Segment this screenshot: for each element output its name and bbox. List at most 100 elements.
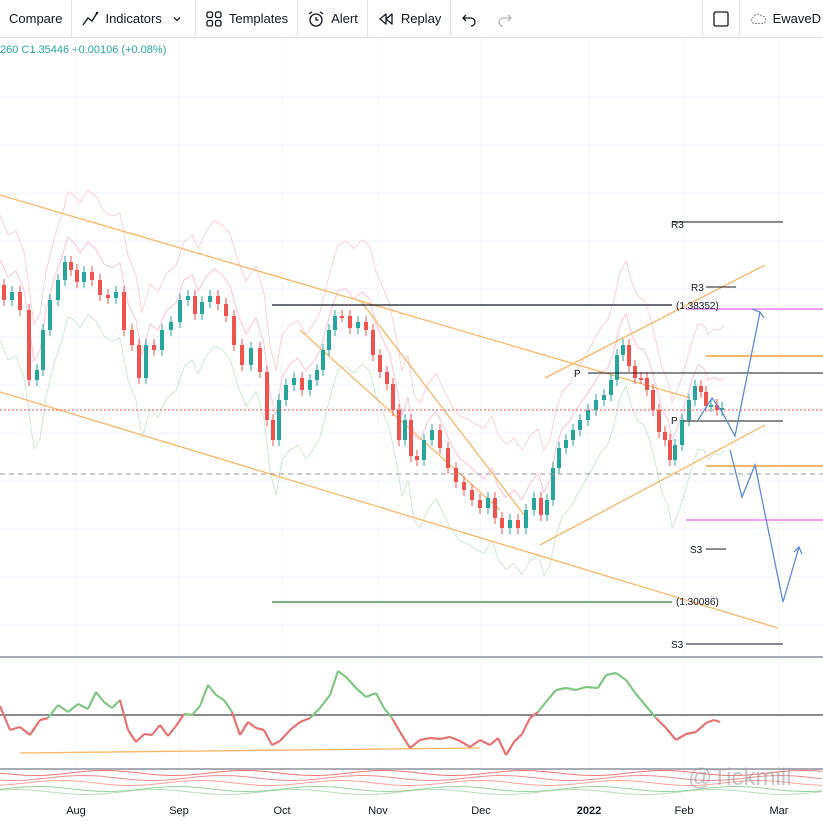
candle-body: [693, 386, 697, 400]
candle-body: [557, 448, 561, 468]
candle-body: [462, 482, 466, 490]
time-tick-mar: Mar: [769, 805, 789, 817]
templates-icon: [205, 10, 223, 28]
rsi-segment: [497, 737, 507, 756]
cloud-icon: [749, 10, 767, 28]
candle-body: [98, 280, 102, 295]
rsi-segment: [87, 691, 97, 710]
candle-body: [258, 348, 262, 372]
candle-body: [385, 372, 389, 384]
candle-body: [27, 310, 31, 380]
candle-body: [249, 348, 253, 365]
s3-upper-label: S3: [690, 545, 703, 556]
tickmill-watermark: @Tickmill: [688, 764, 791, 791]
fullscreen-button[interactable]: [703, 0, 739, 37]
rsi-segment: [565, 686, 577, 692]
s3-lower-label: S3: [671, 640, 684, 651]
candle-body: [10, 292, 14, 300]
level-low-label: (1.30086): [676, 597, 719, 608]
rsi-segment: [429, 736, 441, 741]
r3-lower-label: R3: [691, 283, 704, 294]
level-high-label: (1.38352): [676, 301, 719, 312]
candle-body: [493, 498, 497, 518]
rsi-segment: [183, 712, 193, 717]
candle-body: [130, 330, 134, 345]
time-tick-2022: 2022: [576, 805, 602, 817]
rsi-segment: [328, 670, 340, 696]
rsi-segment: [585, 685, 599, 690]
rsi-segment: [635, 693, 647, 707]
rsi-segment: [375, 692, 385, 709]
rsi-segment: [135, 733, 145, 743]
candle-body: [75, 270, 79, 282]
layout-account-button[interactable]: EwaveD: [740, 0, 823, 37]
rsi-segment: [489, 737, 499, 746]
rsi-segment: [605, 671, 617, 677]
candle-body: [169, 322, 173, 330]
rsi-segment: [409, 739, 421, 749]
rsi-segment: [459, 740, 471, 748]
bollinger-bands: [0, 189, 725, 578]
indicators-button[interactable]: Indicators: [72, 0, 194, 37]
rsi-segment: [545, 689, 557, 703]
candle-body: [422, 440, 426, 460]
rsi-segment: [505, 741, 515, 756]
rsi-segment: [365, 691, 377, 699]
candle-body: [586, 410, 590, 420]
candle-body: [397, 410, 401, 440]
rsi-segment: [167, 725, 177, 737]
rsi-segment: [223, 699, 233, 713]
candle-body: [224, 304, 228, 316]
trendline: [544, 264, 766, 379]
candle-body: [371, 330, 375, 355]
square-icon: [712, 10, 730, 28]
undo-button[interactable]: [451, 0, 487, 37]
candle-body: [602, 395, 606, 400]
candle-body: [663, 432, 667, 440]
pivot-lower-label: P: [671, 416, 678, 427]
candle-body: [160, 330, 164, 350]
rsi-segment: [713, 718, 721, 724]
time-tick-dec: Dec: [471, 805, 491, 817]
rsi-segment: [645, 705, 657, 719]
indicators-icon: [81, 10, 99, 28]
r3-upper-label: R3: [671, 220, 684, 231]
candle-body: [516, 520, 520, 528]
time-tick-sep: Sep: [169, 805, 189, 817]
projection-down: [729, 449, 800, 603]
candle-body: [415, 456, 419, 460]
candle-body: [704, 392, 708, 406]
candle-body: [300, 378, 304, 390]
lower-band: [0, 314, 725, 578]
alert-button[interactable]: Alert: [298, 0, 367, 37]
candlesticks: [2, 256, 724, 534]
redo-button[interactable]: [487, 0, 523, 37]
rsi-segment: [111, 699, 121, 709]
replay-button[interactable]: Replay: [368, 0, 450, 37]
candle-body: [284, 385, 288, 400]
rsi-segment: [449, 735, 461, 743]
templates-label: Templates: [228, 11, 289, 26]
templates-button[interactable]: Templates: [196, 0, 297, 37]
rsi-segment: [439, 735, 451, 741]
rsi-segment: [399, 731, 411, 749]
time-tick-feb: Feb: [674, 805, 694, 817]
candle-body: [327, 330, 331, 350]
compare-button[interactable]: Compare: [0, 0, 71, 37]
candle-body: [539, 498, 543, 515]
rewind-icon: [377, 10, 395, 28]
rsi-segment: [239, 721, 249, 736]
candle-body: [152, 345, 156, 350]
chevron-down-icon[interactable]: [168, 10, 186, 28]
rsi-segment: [263, 729, 273, 746]
rsi-segment: [191, 705, 201, 716]
candle-body: [673, 445, 677, 460]
candle-body: [633, 366, 637, 378]
candle-body: [56, 280, 60, 300]
rsi-segment: [247, 721, 257, 729]
rsi-segment: [309, 707, 321, 719]
candle-body: [578, 420, 582, 430]
rsi-segment: [537, 701, 547, 713]
price-chart[interactable]: R3 R3 (1.38352) P P S3 (1.30086) S3 @Tic…: [0, 37, 823, 800]
candle-body: [668, 440, 672, 460]
